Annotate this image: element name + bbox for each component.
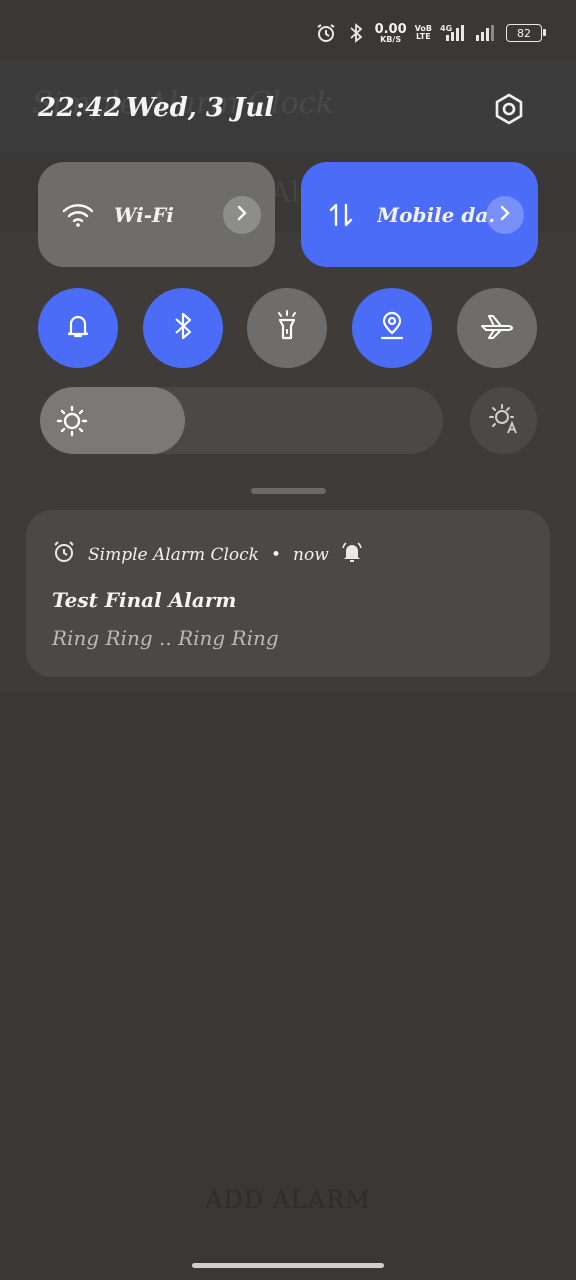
clock-time: 22:42 — [38, 93, 123, 123]
auto-brightness-button[interactable] — [470, 387, 537, 454]
sun-icon — [56, 405, 88, 437]
status-bar: 0.00 KB/S VoB LTE 4G 82 — [0, 0, 576, 70]
location-toggle[interactable] — [352, 288, 432, 368]
chevron-right-icon — [235, 205, 249, 225]
bluetooth-icon — [173, 312, 193, 344]
clock-date[interactable]: Wed, 3 Jul — [126, 93, 274, 123]
notification-separator: • — [271, 544, 282, 565]
gear-icon — [493, 93, 525, 129]
bluetooth-toggle[interactable] — [143, 288, 223, 368]
network-speed-value: 0.00 — [374, 21, 407, 37]
mobile-data-expand-button[interactable] — [486, 196, 524, 234]
mobile-data-tile[interactable]: Mobile da.. — [301, 162, 538, 267]
signal-icon: 4G — [440, 22, 466, 44]
wifi-expand-button[interactable] — [223, 196, 261, 234]
wifi-icon — [62, 199, 94, 231]
signal-icon-2 — [474, 22, 498, 44]
flashlight-toggle[interactable] — [247, 288, 327, 368]
airplane-icon — [480, 313, 514, 343]
network-type-label: 4G — [440, 24, 452, 33]
notification-title: Test Final Alarm — [52, 588, 237, 612]
volte-indicator: VoB LTE — [415, 25, 432, 41]
panel-drag-handle[interactable] — [251, 488, 326, 494]
chevron-right-icon — [498, 205, 512, 225]
gesture-navigation-bar[interactable] — [192, 1263, 384, 1268]
notification-app-name: Simple Alarm Clock — [88, 544, 259, 565]
bluetooth-icon — [345, 22, 367, 44]
mobile-data-icon — [325, 199, 357, 231]
mobile-data-label: Mobile da.. — [377, 202, 497, 227]
bell-icon — [64, 312, 92, 344]
bell-ringing-icon — [341, 541, 363, 568]
status-icons: 0.00 KB/S VoB LTE 4G 82 — [315, 22, 546, 44]
flashlight-icon — [275, 310, 299, 346]
location-icon — [378, 311, 406, 345]
notification-header: Simple Alarm Clock • now — [52, 540, 363, 569]
alarm-icon — [315, 22, 337, 44]
notification-body: Ring Ring .. Ring Ring — [52, 626, 279, 650]
volte-bottom: LTE — [415, 32, 431, 41]
settings-button[interactable] — [490, 92, 528, 130]
sound-toggle[interactable] — [38, 288, 118, 368]
auto-brightness-icon — [488, 403, 520, 439]
notification-time: now — [293, 544, 329, 565]
brightness-slider[interactable] — [40, 387, 443, 454]
battery-icon: 82 — [506, 24, 546, 42]
airplane-mode-toggle[interactable] — [457, 288, 537, 368]
wifi-tile[interactable]: Wi-Fi — [38, 162, 275, 267]
network-speed-unit: KB/S — [380, 34, 402, 44]
alarm-clock-icon — [52, 540, 76, 569]
alarm-notification[interactable]: Simple Alarm Clock • now Test Final Alar… — [26, 510, 550, 677]
background-add-alarm-button: ADD ALARM — [205, 1186, 371, 1214]
battery-level: 82 — [517, 26, 531, 40]
wifi-label: Wi-Fi — [114, 202, 174, 227]
network-speed: 0.00 KB/S — [375, 23, 407, 44]
